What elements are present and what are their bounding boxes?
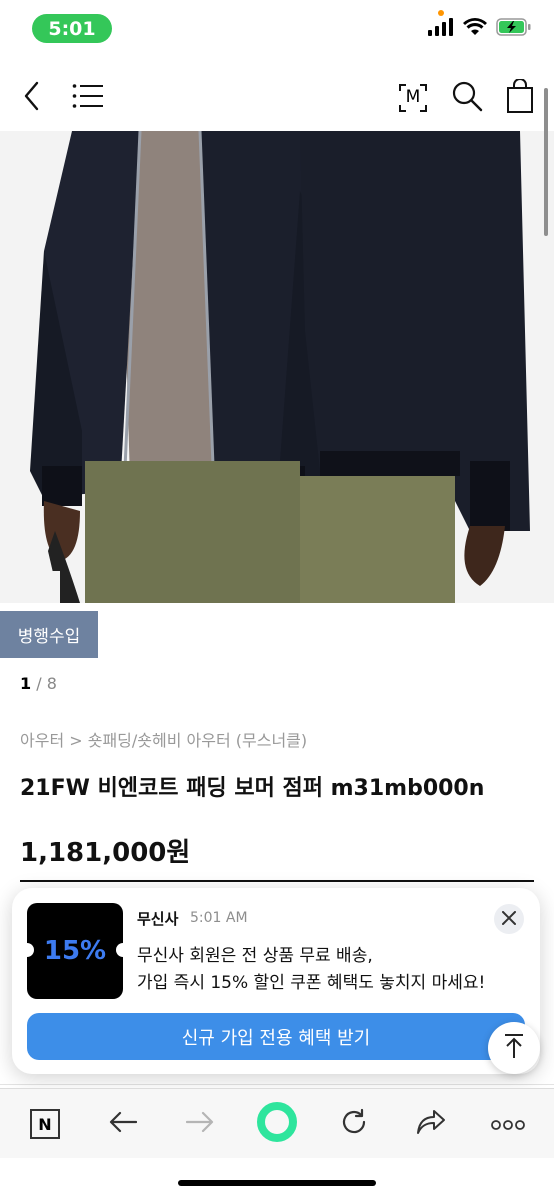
notification-body-line1: 무신사 회원은 전 상품 무료 배송, xyxy=(137,946,373,966)
status-icons xyxy=(428,18,532,40)
signup-benefit-button[interactable]: 신규 가입 전용 혜택 받기 xyxy=(27,1013,525,1060)
page-scrollbar[interactable] xyxy=(544,88,548,236)
back-button[interactable] xyxy=(12,78,52,118)
search-icon xyxy=(451,80,483,116)
promo-notification[interactable]: 15% 무신사 5:01 AM 무신사 회원은 전 상품 무료 배송, 가입 즉… xyxy=(12,888,540,1074)
home-indicator xyxy=(178,1180,376,1186)
notification-body-line2: 가입 즉시 15% 할인 쿠폰 혜택도 놓치지 마세요! xyxy=(137,973,486,993)
coupon-text: 15% xyxy=(43,936,107,966)
more-button[interactable] xyxy=(485,1101,531,1147)
n-home-icon: N xyxy=(30,1109,60,1139)
notification-time: 5:01 AM xyxy=(190,910,248,926)
share-button[interactable] xyxy=(408,1101,454,1147)
category-breadcrumb[interactable]: 아우터 > 숏패딩/숏헤비 아우터 (무스너클) xyxy=(20,727,307,751)
status-bar: 5:01 xyxy=(0,0,554,56)
product-title: 21FW 비엔코트 패딩 보머 점퍼 m31mb000n xyxy=(20,776,485,801)
notification-body: 무신사 회원은 전 상품 무료 배송, 가입 즉시 15% 할인 쿠폰 혜택도 … xyxy=(137,943,485,997)
brand-home-button[interactable]: M xyxy=(393,78,433,118)
browser-forward-button[interactable] xyxy=(177,1101,223,1147)
green-ring-icon xyxy=(256,1101,298,1147)
menu-button[interactable] xyxy=(68,78,108,118)
coupon-thumbnail: 15% xyxy=(27,903,123,999)
reload-icon xyxy=(340,1108,368,1140)
n-home-letter: N xyxy=(38,1114,52,1134)
scroll-to-top-button[interactable] xyxy=(488,1022,540,1074)
section-divider xyxy=(0,1084,554,1085)
cart-button[interactable] xyxy=(500,78,540,118)
share-icon xyxy=(416,1109,446,1139)
product-price: 1,181,000원 xyxy=(20,838,191,868)
browser-toolbar: N xyxy=(0,1088,554,1158)
close-icon xyxy=(502,910,516,929)
pager-total: / 8 xyxy=(31,674,57,693)
m-logo-icon: M xyxy=(398,83,428,113)
reload-button[interactable] xyxy=(331,1101,377,1147)
pager-current: 1 xyxy=(20,674,32,693)
hamburger-menu-icon xyxy=(72,83,104,113)
notification-sender: 무신사 xyxy=(137,910,179,928)
product-image[interactable] xyxy=(0,131,554,603)
battery-charging-icon xyxy=(496,18,532,40)
import-badge: 병행수입 xyxy=(0,611,98,658)
browser-back-button[interactable] xyxy=(100,1101,146,1147)
m-logo-letter: M xyxy=(405,87,421,107)
more-icon xyxy=(491,1115,525,1134)
price-divider xyxy=(20,880,534,882)
top-navigation: M xyxy=(0,66,554,130)
n-home-button[interactable]: N xyxy=(22,1101,68,1147)
chevron-left-icon xyxy=(21,80,43,116)
arrow-up-to-top-icon xyxy=(503,1033,525,1063)
image-pager: 1 / 8 xyxy=(20,674,57,693)
arrow-back-icon xyxy=(109,1111,138,1137)
green-dot-button[interactable] xyxy=(254,1101,300,1147)
shopping-bag-icon xyxy=(506,78,534,117)
wifi-icon xyxy=(463,18,487,40)
arrow-forward-icon xyxy=(185,1111,214,1137)
notification-close-button[interactable] xyxy=(494,904,524,934)
search-button[interactable] xyxy=(447,78,487,118)
privacy-indicator-dot xyxy=(438,10,444,16)
status-time: 5:01 xyxy=(32,14,112,43)
signal-icon xyxy=(428,18,454,40)
